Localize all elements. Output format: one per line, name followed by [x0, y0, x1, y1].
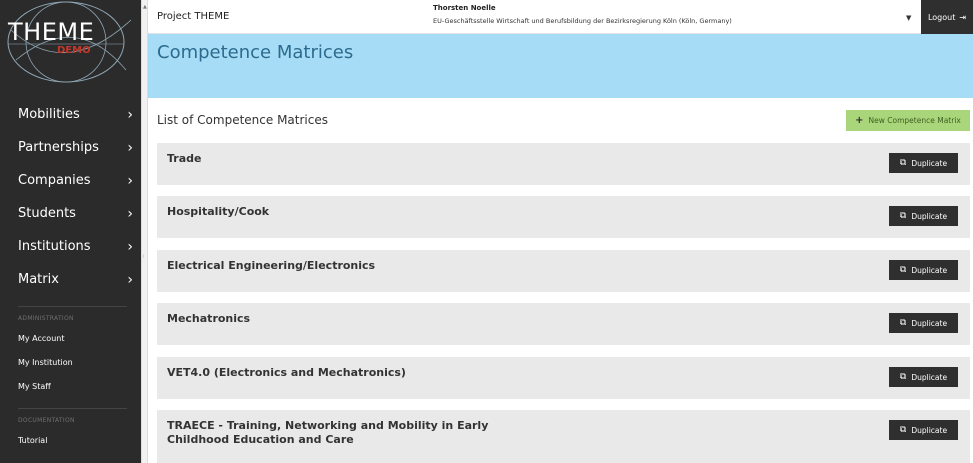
caret-down-icon[interactable]: ▼ [906, 14, 911, 22]
logo-title: THEME [8, 18, 95, 46]
matrix-card[interactable]: VET4.0 (Electronics and Mechatronics) ⧉ … [157, 357, 970, 399]
sidebar-item-label: Companies [18, 173, 91, 188]
matrix-card[interactable]: Trade ⧉ Duplicate [157, 143, 970, 185]
page-title: Competence Matrices [157, 42, 354, 63]
matrix-card[interactable]: TRAECE - Training, Networking and Mobili… [157, 410, 970, 463]
top-bar: Project THEME Thorsten Noelle EU-Geschäf… [148, 0, 973, 34]
chevron-right-icon: › [127, 172, 133, 189]
chevron-right-icon: › [127, 238, 133, 255]
duplicate-button[interactable]: ⧉ Duplicate [889, 420, 958, 440]
duplicate-label: Duplicate [911, 211, 948, 221]
plus-icon: + [855, 115, 864, 126]
matrix-card[interactable]: Mechatronics ⧉ Duplicate [157, 303, 970, 345]
collapse-up-icon[interactable]: ▲ [143, 4, 147, 10]
chevron-right-icon: › [127, 106, 133, 123]
duplicate-label: Duplicate [911, 425, 948, 435]
duplicate-button[interactable]: ⧉ Duplicate [889, 367, 958, 387]
logo-subtitle: DEMO [57, 45, 91, 56]
matrix-title[interactable]: Hospitality/Cook [167, 205, 527, 219]
matrix-card[interactable]: Hospitality/Cook ⧉ Duplicate [157, 196, 970, 238]
sidebar-item-partnerships[interactable]: Partnerships › [0, 131, 141, 164]
user-name[interactable]: Thorsten Noelle [433, 4, 496, 12]
chevron-right-icon: › [127, 139, 133, 156]
sidebar-item-students[interactable]: Students › [0, 197, 141, 230]
new-button-label: New Competence Matrix [868, 116, 961, 125]
logout-icon: ⇥ [959, 12, 967, 22]
sidebar: THEME DEMO Mobilities › Partnerships › C… [0, 0, 141, 463]
sidebar-splitter[interactable]: ▲ ⁞ [141, 0, 148, 463]
logout-label: Logout [927, 12, 956, 22]
sidebar-item-label: Partnerships [18, 140, 99, 155]
copy-icon: ⧉ [899, 211, 907, 221]
logout-button[interactable]: Logout ⇥ [921, 0, 973, 34]
sidebar-item-label: Students [18, 206, 76, 221]
sidebar-item-label: Institutions [18, 239, 91, 254]
chevron-right-icon: › [127, 271, 133, 288]
matrix-title[interactable]: Electrical Engineering/Electronics [167, 259, 527, 273]
copy-icon: ⧉ [899, 318, 907, 328]
copy-icon: ⧉ [899, 158, 907, 168]
sidebar-item-my-account[interactable]: My Account [0, 326, 141, 350]
new-competence-matrix-button[interactable]: + New Competence Matrix [846, 110, 970, 131]
duplicate-button[interactable]: ⧉ Duplicate [889, 260, 958, 280]
matrix-title[interactable]: TRAECE - Training, Networking and Mobili… [167, 419, 527, 447]
matrix-title[interactable]: VET4.0 (Electronics and Mechatronics) [167, 366, 527, 380]
sidebar-item-matrix[interactable]: Matrix › [0, 263, 141, 296]
duplicate-button[interactable]: ⧉ Duplicate [889, 313, 958, 333]
copy-icon: ⧉ [899, 425, 907, 435]
copy-icon: ⧉ [899, 372, 907, 382]
documentation-label: DOCUMENTATION [18, 417, 75, 424]
matrix-card[interactable]: Electrical Engineering/Electronics ⧉ Dup… [157, 250, 970, 292]
duplicate-label: Duplicate [911, 265, 948, 275]
duplicate-label: Duplicate [911, 158, 948, 168]
app-root: THEME DEMO Mobilities › Partnerships › C… [0, 0, 973, 463]
list-title: List of Competence Matrices [157, 113, 328, 127]
logo[interactable]: THEME DEMO [0, 0, 141, 92]
duplicate-label: Duplicate [911, 318, 948, 328]
sidebar-item-mobilities[interactable]: Mobilities › [0, 98, 141, 131]
matrix-title[interactable]: Trade [167, 152, 527, 166]
sidebar-item-institutions[interactable]: Institutions › [0, 230, 141, 263]
sidebar-item-label: Matrix [18, 272, 59, 287]
sidebar-item-companies[interactable]: Companies › [0, 164, 141, 197]
user-organization[interactable]: EU-Geschäftsstelle Wirtschaft und Berufs… [433, 17, 732, 25]
matrix-title[interactable]: Mechatronics [167, 312, 527, 326]
duplicate-button[interactable]: ⧉ Duplicate [889, 206, 958, 226]
sidebar-nav: Mobilities › Partnerships › Companies › … [0, 98, 141, 452]
administration-label: ADMINISTRATION [18, 315, 74, 322]
copy-icon: ⧉ [899, 265, 907, 275]
chevron-right-icon: › [127, 205, 133, 222]
duplicate-label: Duplicate [911, 372, 948, 382]
sidebar-item-tutorial[interactable]: Tutorial [0, 428, 141, 452]
splitter-grip-icon[interactable]: ⁞ [143, 254, 145, 260]
page-header: Competence Matrices [148, 34, 973, 98]
project-name: Project THEME [157, 11, 230, 22]
sidebar-item-my-staff[interactable]: My Staff [0, 374, 141, 398]
duplicate-button[interactable]: ⧉ Duplicate [889, 153, 958, 173]
sidebar-item-label: Mobilities [18, 107, 80, 122]
sidebar-item-my-institution[interactable]: My Institution [0, 350, 141, 374]
